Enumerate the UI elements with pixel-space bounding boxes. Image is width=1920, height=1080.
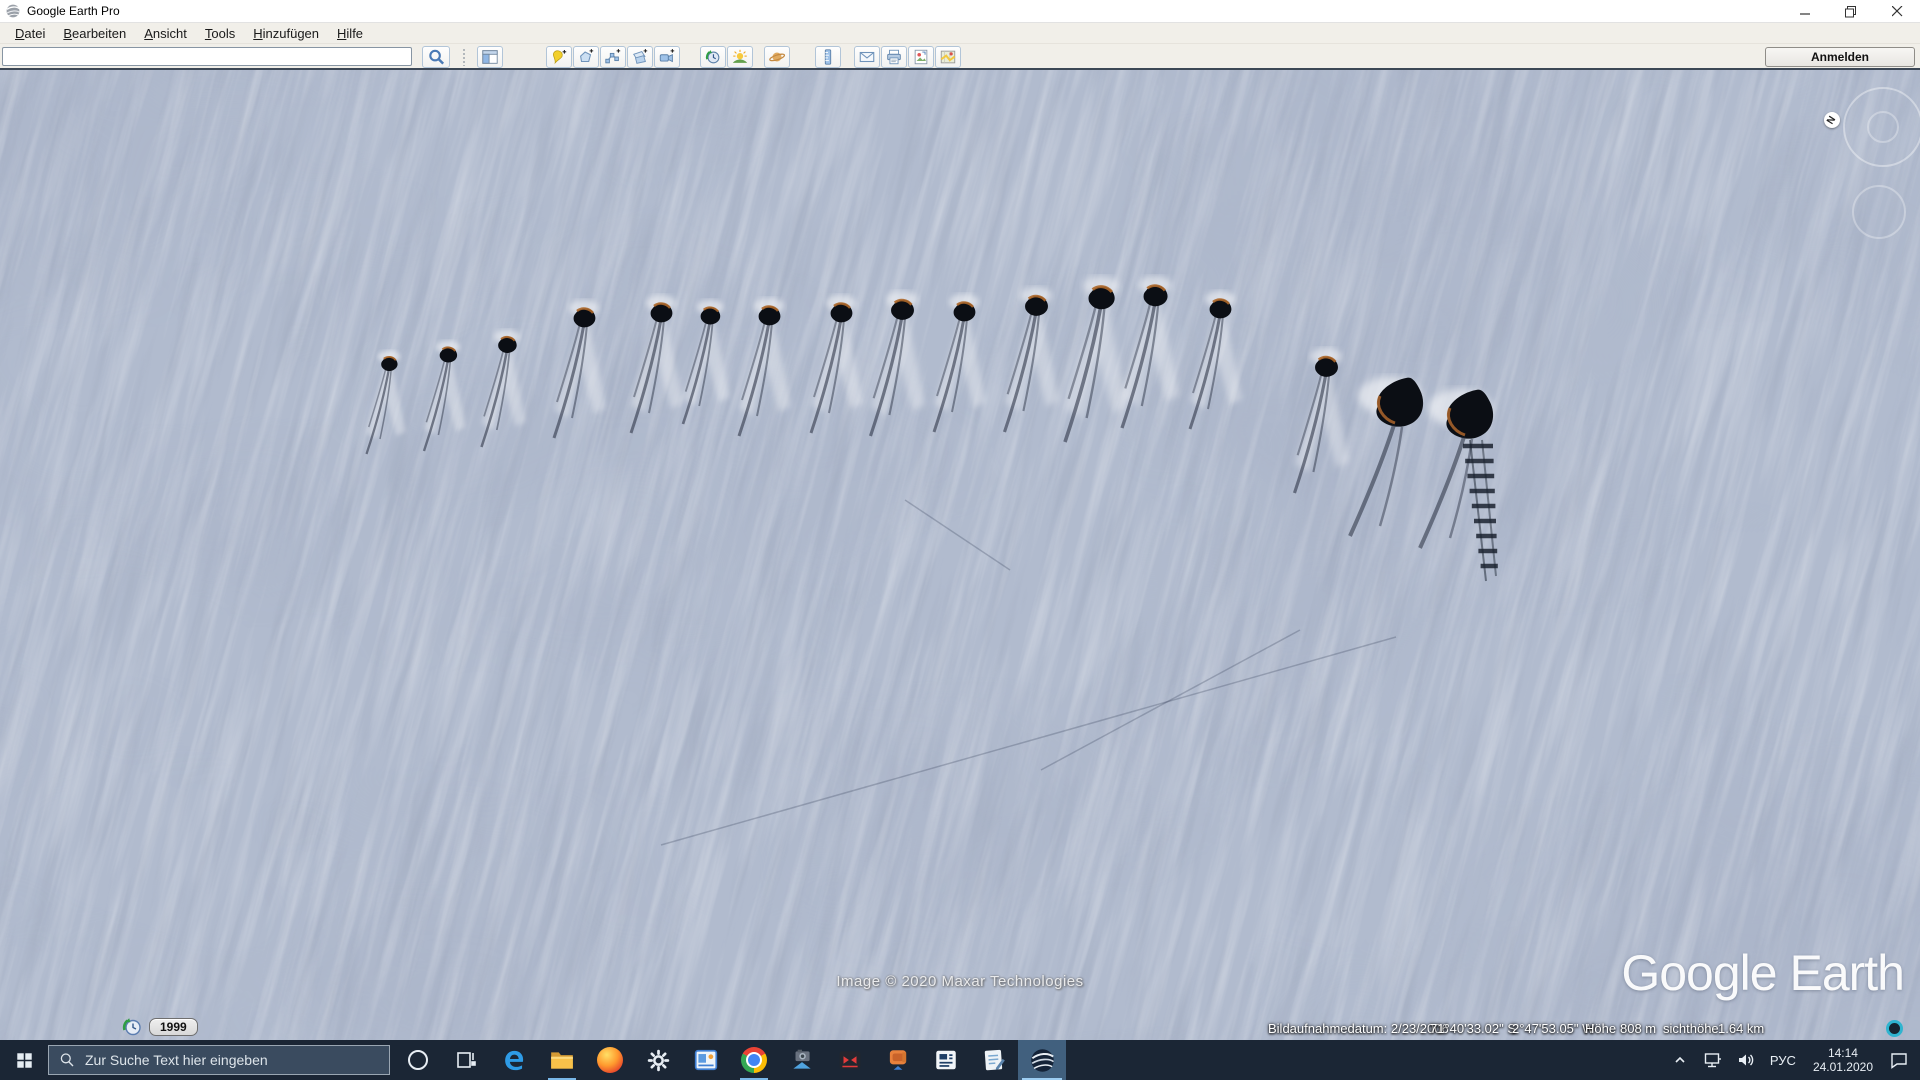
tray-clock[interactable]: 14:14 24.01.2020 [1807,1046,1879,1074]
map-view[interactable]: N Image © 2020 Maxar Technologies Google… [0,70,1920,1040]
title-bar: Google Earth Pro [0,0,1920,23]
move-joystick[interactable] [1852,185,1906,239]
time-tools-group [700,46,753,68]
search-input[interactable] [2,47,412,66]
tray-action-center-icon[interactable] [1886,1040,1912,1080]
taskbar-capture-studio-icon[interactable] [874,1040,922,1080]
close-button[interactable] [1874,0,1920,23]
historical-imagery-button[interactable] [700,46,726,68]
taskbar-search-icon [59,1052,75,1068]
minimize-button[interactable] [1782,0,1828,23]
tray-time: 14:14 [1813,1046,1873,1060]
taskbar-notes-icon[interactable] [970,1040,1018,1080]
taskbar-cortana-icon[interactable] [394,1040,442,1080]
satellite-imagery [0,70,1920,1040]
search-button[interactable] [422,46,450,68]
compass-north-button[interactable]: N [1824,112,1840,128]
google-earth-window: Google Earth Pro Datei Bearbeiten Ansich… [0,0,1920,1080]
tray-language-indicator[interactable]: РУС [1766,1053,1800,1068]
taskbar-file-explorer-icon[interactable] [538,1040,586,1080]
add-image-overlay-button[interactable] [627,46,653,68]
taskbar-firefox-icon[interactable] [586,1040,634,1080]
email-button[interactable] [854,46,880,68]
window-title: Google Earth Pro [27,4,120,18]
taskbar-search-placeholder: Zur Suche Text hier eingeben [85,1052,268,1068]
taskbar-edge-icon[interactable] [490,1040,538,1080]
menu-tools[interactable]: Tools [196,24,244,43]
tray-chevron-icon[interactable] [1667,1040,1693,1080]
add-polygon-button[interactable] [573,46,599,68]
taskbar-video-editor-icon[interactable] [826,1040,874,1080]
tray-date: 24.01.2020 [1813,1060,1873,1074]
toggle-sidebar-button[interactable] [477,46,503,68]
imagery-copyright: Image © 2020 Maxar Technologies [836,973,1083,990]
record-tour-button[interactable] [654,46,680,68]
add-path-button[interactable] [600,46,626,68]
windows-taskbar: Zur Suche Text hier eingeben [0,1040,1920,1080]
altitude-label: Höhe [1585,1021,1616,1036]
longitude-value: 2°47'53.05" W [1512,1021,1594,1036]
taskbar-google-earth-icon[interactable] [1018,1040,1066,1080]
save-image-button[interactable] [908,46,934,68]
system-tray: РУС 14:14 24.01.2020 [1667,1040,1920,1080]
tray-network-icon[interactable] [1700,1040,1726,1080]
restore-button[interactable] [1828,0,1874,23]
eye-altitude-value: 1.64 km [1718,1021,1764,1036]
ruler-button[interactable] [815,46,841,68]
view-in-google-maps-button[interactable] [935,46,961,68]
menu-bar: Datei Bearbeiten Ansicht Tools Hinzufüge… [0,23,1920,44]
historical-imagery-badge[interactable]: 1999 [121,1016,198,1038]
menu-ansicht[interactable]: Ansicht [135,24,196,43]
menu-hinzufuegen[interactable]: Hinzufügen [244,24,328,43]
latitude-value: 71°40'33.02" S [1430,1021,1516,1036]
sunlight-button[interactable] [727,46,753,68]
imagery-year-label: 1999 [149,1018,198,1036]
add-placemark-button[interactable] [546,46,572,68]
look-joystick[interactable] [1867,111,1899,143]
taskbar-photos-app-icon[interactable] [682,1040,730,1080]
taskbar-task-view-icon[interactable] [442,1040,490,1080]
share-tools-group [854,46,961,68]
historical-clock-icon [121,1016,143,1038]
google-earth-watermark: Google Earth [1621,944,1904,1002]
taskbar-chrome-icon[interactable] [730,1040,778,1080]
streaming-indicator-icon [1886,1020,1903,1037]
print-button[interactable] [881,46,907,68]
eye-altitude-label: sichthöhe [1663,1021,1719,1036]
planets-button[interactable] [764,46,790,68]
taskbar-screen-capture-icon[interactable] [778,1040,826,1080]
capture-date-label: Bildaufnahmedatum: [1268,1021,1387,1036]
altitude-value: 808 m [1620,1021,1656,1036]
taskbar-settings-icon[interactable] [634,1040,682,1080]
taskbar-search-box[interactable]: Zur Suche Text hier eingeben [48,1045,390,1075]
taskbar-news-icon[interactable] [922,1040,970,1080]
toolbar-separator [463,48,465,66]
menu-hilfe[interactable]: Hilfe [328,24,372,43]
status-bar: 1999 Bildaufnahmedatum: 2/23/2006 71°40'… [0,1016,1920,1040]
start-button[interactable] [0,1040,48,1080]
tray-volume-icon[interactable] [1733,1040,1759,1080]
compass-north-label: N [1825,114,1838,126]
sign-in-button[interactable]: Anmelden [1765,47,1915,67]
toolbar: Anmelden [0,44,1920,70]
menu-bearbeiten[interactable]: Bearbeiten [54,24,135,43]
app-logo-icon [5,3,21,19]
add-tools-group [546,46,680,68]
menu-datei[interactable]: Datei [6,24,54,43]
